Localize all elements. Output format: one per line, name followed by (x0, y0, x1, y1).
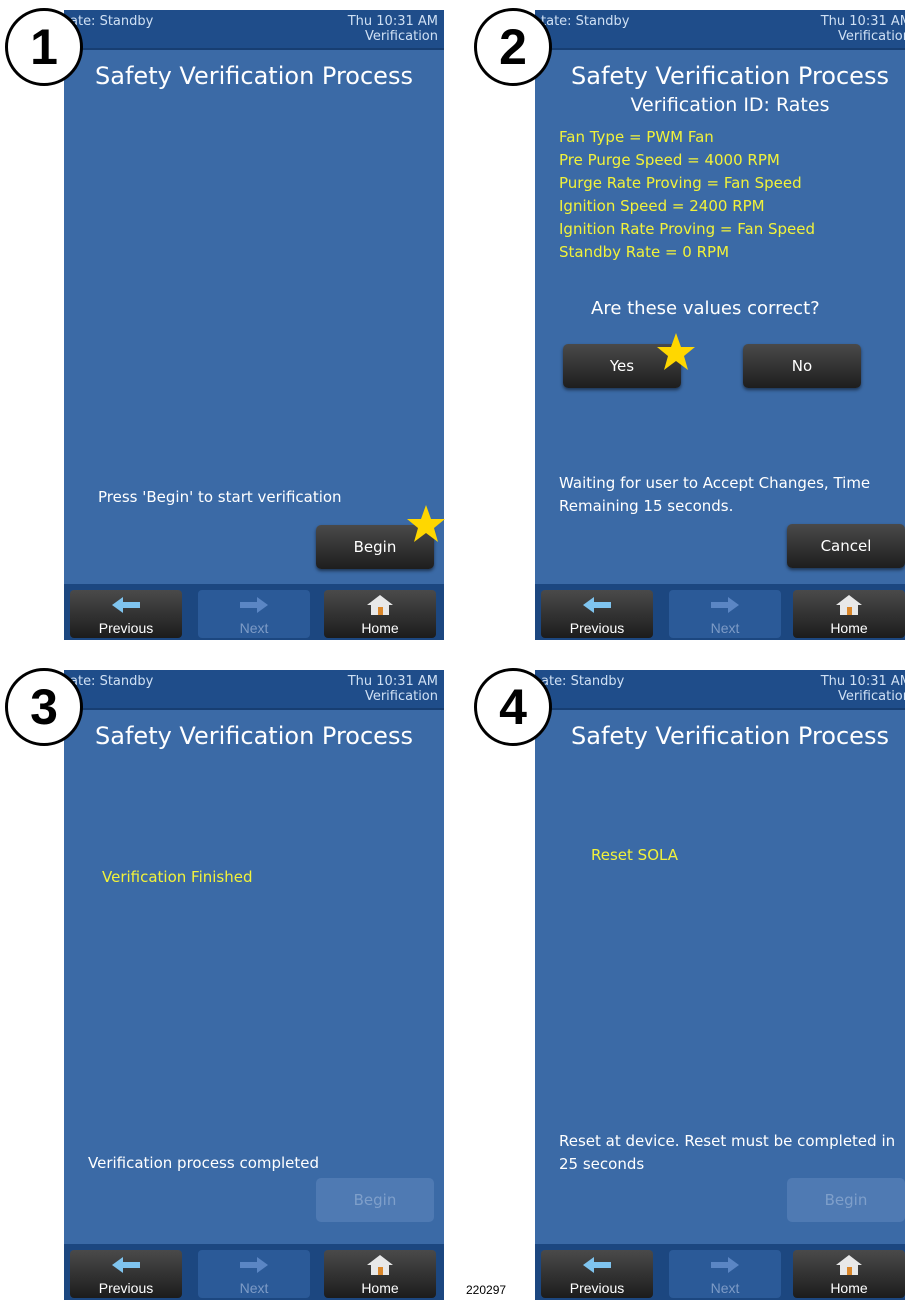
status-mode: Verification (364, 689, 438, 704)
waiting-text: Waiting for user to Accept Changes, Time… (559, 474, 871, 515)
step-badge-4: 4 (474, 668, 552, 746)
home-icon (367, 595, 393, 615)
home-label: Home (361, 1280, 399, 1296)
home-button[interactable]: Home (793, 590, 905, 638)
page-title: Safety Verification Process (571, 722, 889, 750)
reset-instruction: Reset at device. Reset must be completed… (559, 1132, 896, 1173)
status-time-block: Thu 10:31 AM Verification (348, 674, 438, 704)
previous-button[interactable]: Previous (541, 590, 653, 638)
previous-label: Previous (98, 620, 154, 636)
home-button[interactable]: Home (324, 590, 436, 638)
value-ignition-rate-proving: Ignition Rate Proving = Fan Speed (559, 220, 815, 238)
home-button[interactable]: Home (324, 1250, 436, 1298)
star-icon (657, 333, 695, 370)
no-button[interactable]: No (743, 344, 861, 388)
screen-panel-2: tate: Standby Thu 10:31 AM Verification … (535, 10, 905, 640)
status-time-block: Thu 10:31 AM Verification (348, 14, 438, 44)
arrow-left-icon (112, 1257, 140, 1273)
arrow-left-icon (583, 597, 611, 613)
step-badge-3: 3 (5, 668, 83, 746)
status-state: ate: Standby (70, 674, 154, 689)
next-button[interactable]: Next (669, 590, 781, 638)
value-pre-purge-speed: Pre Purge Speed = 4000 RPM (559, 151, 780, 169)
home-icon (836, 595, 862, 615)
home-label: Home (830, 620, 868, 636)
home-label: Home (361, 620, 399, 636)
status-mode: Verification (837, 29, 905, 44)
home-label: Home (830, 1280, 868, 1296)
next-button[interactable]: Next (198, 1250, 310, 1298)
previous-button[interactable]: Previous (70, 590, 182, 638)
next-label: Next (710, 1280, 740, 1296)
screen-panel-1: ate: Standby Thu 10:31 AM Verification S… (64, 10, 444, 640)
nav-bar: Previous Next Home (535, 584, 905, 640)
verification-status: Verification Finished (102, 868, 253, 886)
figure-id: 220297 (466, 1283, 507, 1297)
next-button[interactable]: Next (669, 1250, 781, 1298)
next-label: Next (239, 620, 269, 636)
arrow-right-icon (711, 1257, 739, 1273)
begin-button[interactable]: Begin (787, 1178, 905, 1222)
step-badge-2: 2 (474, 8, 552, 86)
instruction-text: Press 'Begin' to start verification (98, 488, 342, 506)
home-icon (367, 1255, 393, 1275)
status-mode: Verification (364, 29, 438, 44)
completion-text: Verification process completed (88, 1154, 320, 1172)
status-time-block: Thu 10:31 AM Verification (821, 14, 905, 44)
nav-bar: Previous Next Home (535, 1244, 905, 1300)
status-mode: Verification (837, 689, 905, 704)
confirm-question: Are these values correct? (591, 298, 820, 319)
arrow-right-icon (240, 1257, 268, 1273)
star-icon (407, 505, 445, 542)
status-time: Thu 10:31 AM (347, 14, 438, 29)
arrow-left-icon (112, 597, 140, 613)
previous-label: Previous (98, 1280, 154, 1296)
verification-id: Verification ID: Rates (630, 94, 830, 116)
value-purge-rate-proving: Purge Rate Proving = Fan Speed (559, 174, 802, 192)
status-bar: tate: Standby Thu 10:31 AM Verification (535, 10, 905, 50)
home-button[interactable]: Home (793, 1250, 905, 1298)
status-time-block: Thu 10:31 AM Verification (821, 674, 905, 704)
arrow-right-icon (240, 597, 268, 613)
value-ignition-speed: Ignition Speed = 2400 RPM (559, 197, 765, 215)
status-time: Thu 10:31 AM (820, 14, 905, 29)
previous-label: Previous (569, 620, 625, 636)
status-time: Thu 10:31 AM (347, 674, 438, 689)
values-list: Fan Type = PWM Fan Pre Purge Speed = 400… (559, 126, 815, 264)
status-state: tate: Standby (541, 14, 630, 29)
next-button[interactable]: Next (198, 590, 310, 638)
value-fan-type: Fan Type = PWM Fan (559, 128, 714, 146)
value-standby-rate: Standby Rate = 0 RPM (559, 243, 730, 261)
status-state: ate: Standby (70, 14, 154, 29)
cancel-button[interactable]: Cancel (787, 524, 905, 568)
arrow-left-icon (583, 1257, 611, 1273)
arrow-right-icon (711, 597, 739, 613)
reset-status: Reset SOLA (591, 846, 678, 864)
screen-panel-4: ate: Standby Thu 10:31 AM Verification S… (535, 670, 905, 1300)
previous-label: Previous (569, 1280, 625, 1296)
status-bar: ate: Standby Thu 10:31 AM Verification (64, 10, 444, 50)
nav-bar: Previous Next Home (64, 1244, 444, 1300)
status-time: Thu 10:31 AM (820, 674, 905, 689)
screen-panel-3: ate: Standby Thu 10:31 AM Verification S… (64, 670, 444, 1300)
status-state: ate: Standby (541, 674, 625, 689)
previous-button[interactable]: Previous (70, 1250, 182, 1298)
next-label: Next (239, 1280, 269, 1296)
nav-bar: Previous Next Home (64, 584, 444, 640)
begin-button[interactable]: Begin (316, 1178, 434, 1222)
page-title: Safety Verification Process (95, 722, 413, 750)
page-title: Safety Verification Process (571, 62, 889, 90)
home-icon (836, 1255, 862, 1275)
page-title: Safety Verification Process (95, 62, 413, 90)
next-label: Next (710, 620, 740, 636)
status-bar: ate: Standby Thu 10:31 AM Verification (535, 670, 905, 710)
step-badge-1: 1 (5, 8, 83, 86)
previous-button[interactable]: Previous (541, 1250, 653, 1298)
status-bar: ate: Standby Thu 10:31 AM Verification (64, 670, 444, 710)
